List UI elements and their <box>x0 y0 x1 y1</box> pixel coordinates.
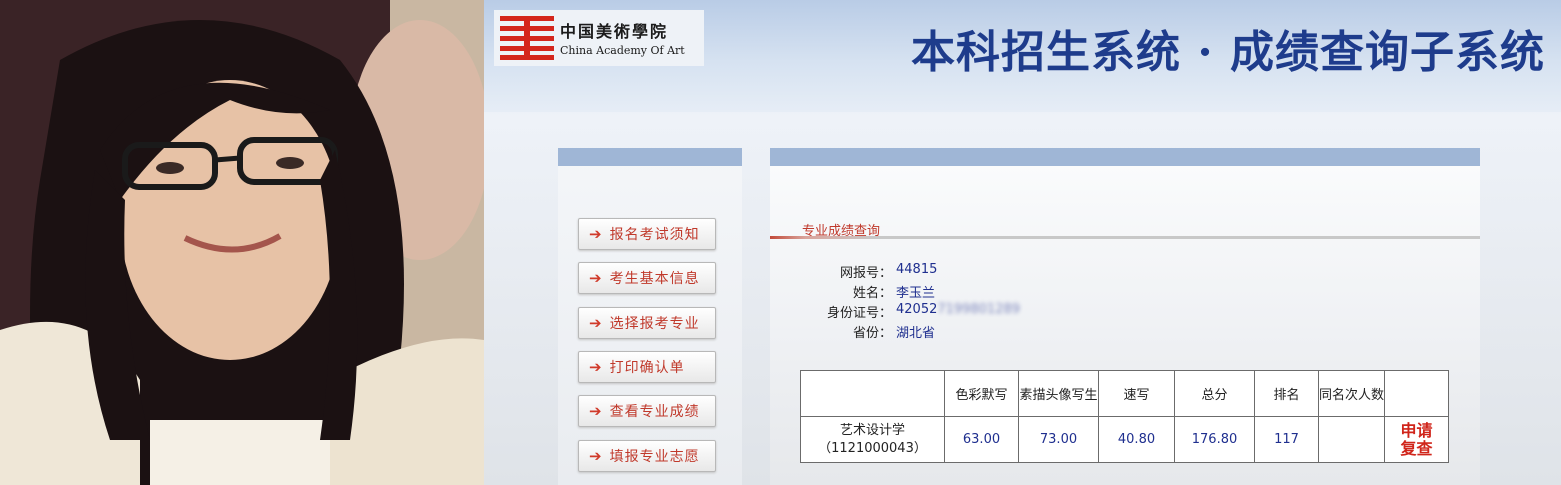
apply-review-link[interactable]: 申请 复查 <box>1384 416 1449 463</box>
portrait-illustration <box>0 0 484 485</box>
id-number-visible: 42052 <box>896 302 938 317</box>
table-cell-rank: 117 <box>1254 416 1319 463</box>
registration-number-row: 网报号： 44815 <box>806 262 1106 281</box>
nav-item-label: 打印确认单 <box>609 360 685 376</box>
registration-number-value: 44815 <box>896 262 938 277</box>
admission-system-window: 中国美術學院 China Academy Of Art 本科招生系统 · 成绩查… <box>484 0 1561 485</box>
registration-number-label: 网报号： <box>839 266 892 281</box>
apply-review-line2: 复查 <box>1400 438 1433 458</box>
nav-registration-notice-button[interactable]: ➔ 报名考试须知 <box>578 218 716 250</box>
apply-review-line1: 申请 <box>1400 420 1433 440</box>
table-header-action <box>1384 370 1449 417</box>
table-header-rank: 排名 <box>1254 370 1319 417</box>
portrait-photo <box>0 0 484 485</box>
nav-item-label: 填报专业志愿 <box>609 449 700 465</box>
arrow-right-icon: ➔ <box>589 447 602 465</box>
table-cell-sketch: 73.00 <box>1018 416 1099 463</box>
nav-item-label: 查看专业成绩 <box>609 404 700 420</box>
arrow-right-icon: ➔ <box>589 402 602 420</box>
logo-english-text: China Academy Of Art <box>560 44 685 57</box>
panel-header-bar <box>770 148 1480 166</box>
province-label: 省份： <box>852 326 892 341</box>
sidebar-header-bar <box>558 148 742 166</box>
nav-item-label: 选择报考专业 <box>609 316 700 332</box>
nav-item-label: 考生基本信息 <box>609 271 700 287</box>
nav-select-major-button[interactable]: ➔ 选择报考专业 <box>578 307 716 339</box>
score-table: 色彩默写 素描头像写生 速写 总分 排名 同名次人数 艺术设计学 （112100… <box>800 370 1449 463</box>
province-value: 湖北省 <box>896 326 936 341</box>
table-cell-total: 176.80 <box>1174 416 1255 463</box>
table-header-same-rank: 同名次人数 <box>1318 370 1385 417</box>
table-header-total: 总分 <box>1174 370 1255 417</box>
arrow-right-icon: ➔ <box>589 269 602 287</box>
header-banner: 中国美術學院 China Academy Of Art 本科招生系统 · 成绩查… <box>484 0 1561 112</box>
table-row: 艺术设计学 （1121000043） 63.00 73.00 40.80 176… <box>800 416 1449 463</box>
main-content-panel: 专业成绩查询 网报号： 44815 姓名： 李玉兰 身份证号： 42052719… <box>770 148 1480 485</box>
system-title: 本科招生系统 · 成绩查询子系统 <box>911 27 1545 78</box>
table-header-major <box>800 370 945 417</box>
nav-fill-preference-button[interactable]: ➔ 填报专业志愿 <box>578 440 716 472</box>
nav-item-label: 报名考试须知 <box>609 227 700 243</box>
table-header-quick-sketch: 速写 <box>1098 370 1175 417</box>
province-row: 省份： 湖北省 <box>806 322 1106 341</box>
table-cell-quick-sketch: 40.80 <box>1098 416 1175 463</box>
arrow-right-icon: ➔ <box>589 314 602 332</box>
table-header-sketch: 素描头像写生 <box>1018 370 1099 417</box>
table-cell-major: 艺术设计学 （1121000043） <box>800 416 945 463</box>
table-header-row: 色彩默写 素描头像写生 速写 总分 排名 同名次人数 <box>800 370 1449 417</box>
arrow-right-icon: ➔ <box>589 358 602 376</box>
id-number-redacted: 7199801289 <box>937 302 1021 317</box>
nav-candidate-info-button[interactable]: ➔ 考生基本信息 <box>578 262 716 294</box>
id-number-label: 身份证号： <box>826 306 892 321</box>
table-cell-color: 63.00 <box>944 416 1019 463</box>
school-logo[interactable]: 中国美術學院 China Academy Of Art <box>494 10 704 66</box>
name-value: 李玉兰 <box>896 286 936 301</box>
arrow-right-icon: ➔ <box>589 225 602 243</box>
id-number-value: 420527199801289 <box>896 302 1020 317</box>
nav-print-confirmation-button[interactable]: ➔ 打印确认单 <box>578 351 716 383</box>
major-name: 艺术设计学 <box>839 422 905 438</box>
table-cell-same-rank <box>1318 416 1385 463</box>
id-number-row: 身份证号： 420527199801289 <box>806 302 1106 321</box>
name-label: 姓名： <box>852 286 892 301</box>
logo-mark-icon <box>500 16 554 60</box>
major-code: （1121000043） <box>818 440 927 456</box>
sidebar-nav: ➔ 报名考试须知 ➔ 考生基本信息 ➔ 选择报考专业 ➔ 打印确认单 ➔ 查看专… <box>558 148 742 485</box>
nav-view-scores-button[interactable]: ➔ 查看专业成绩 <box>578 395 716 427</box>
section-divider <box>770 236 1480 239</box>
logo-chinese-text: 中国美術學院 <box>560 22 669 41</box>
table-header-color: 色彩默写 <box>944 370 1019 417</box>
name-row: 姓名： 李玉兰 <box>806 282 1106 301</box>
